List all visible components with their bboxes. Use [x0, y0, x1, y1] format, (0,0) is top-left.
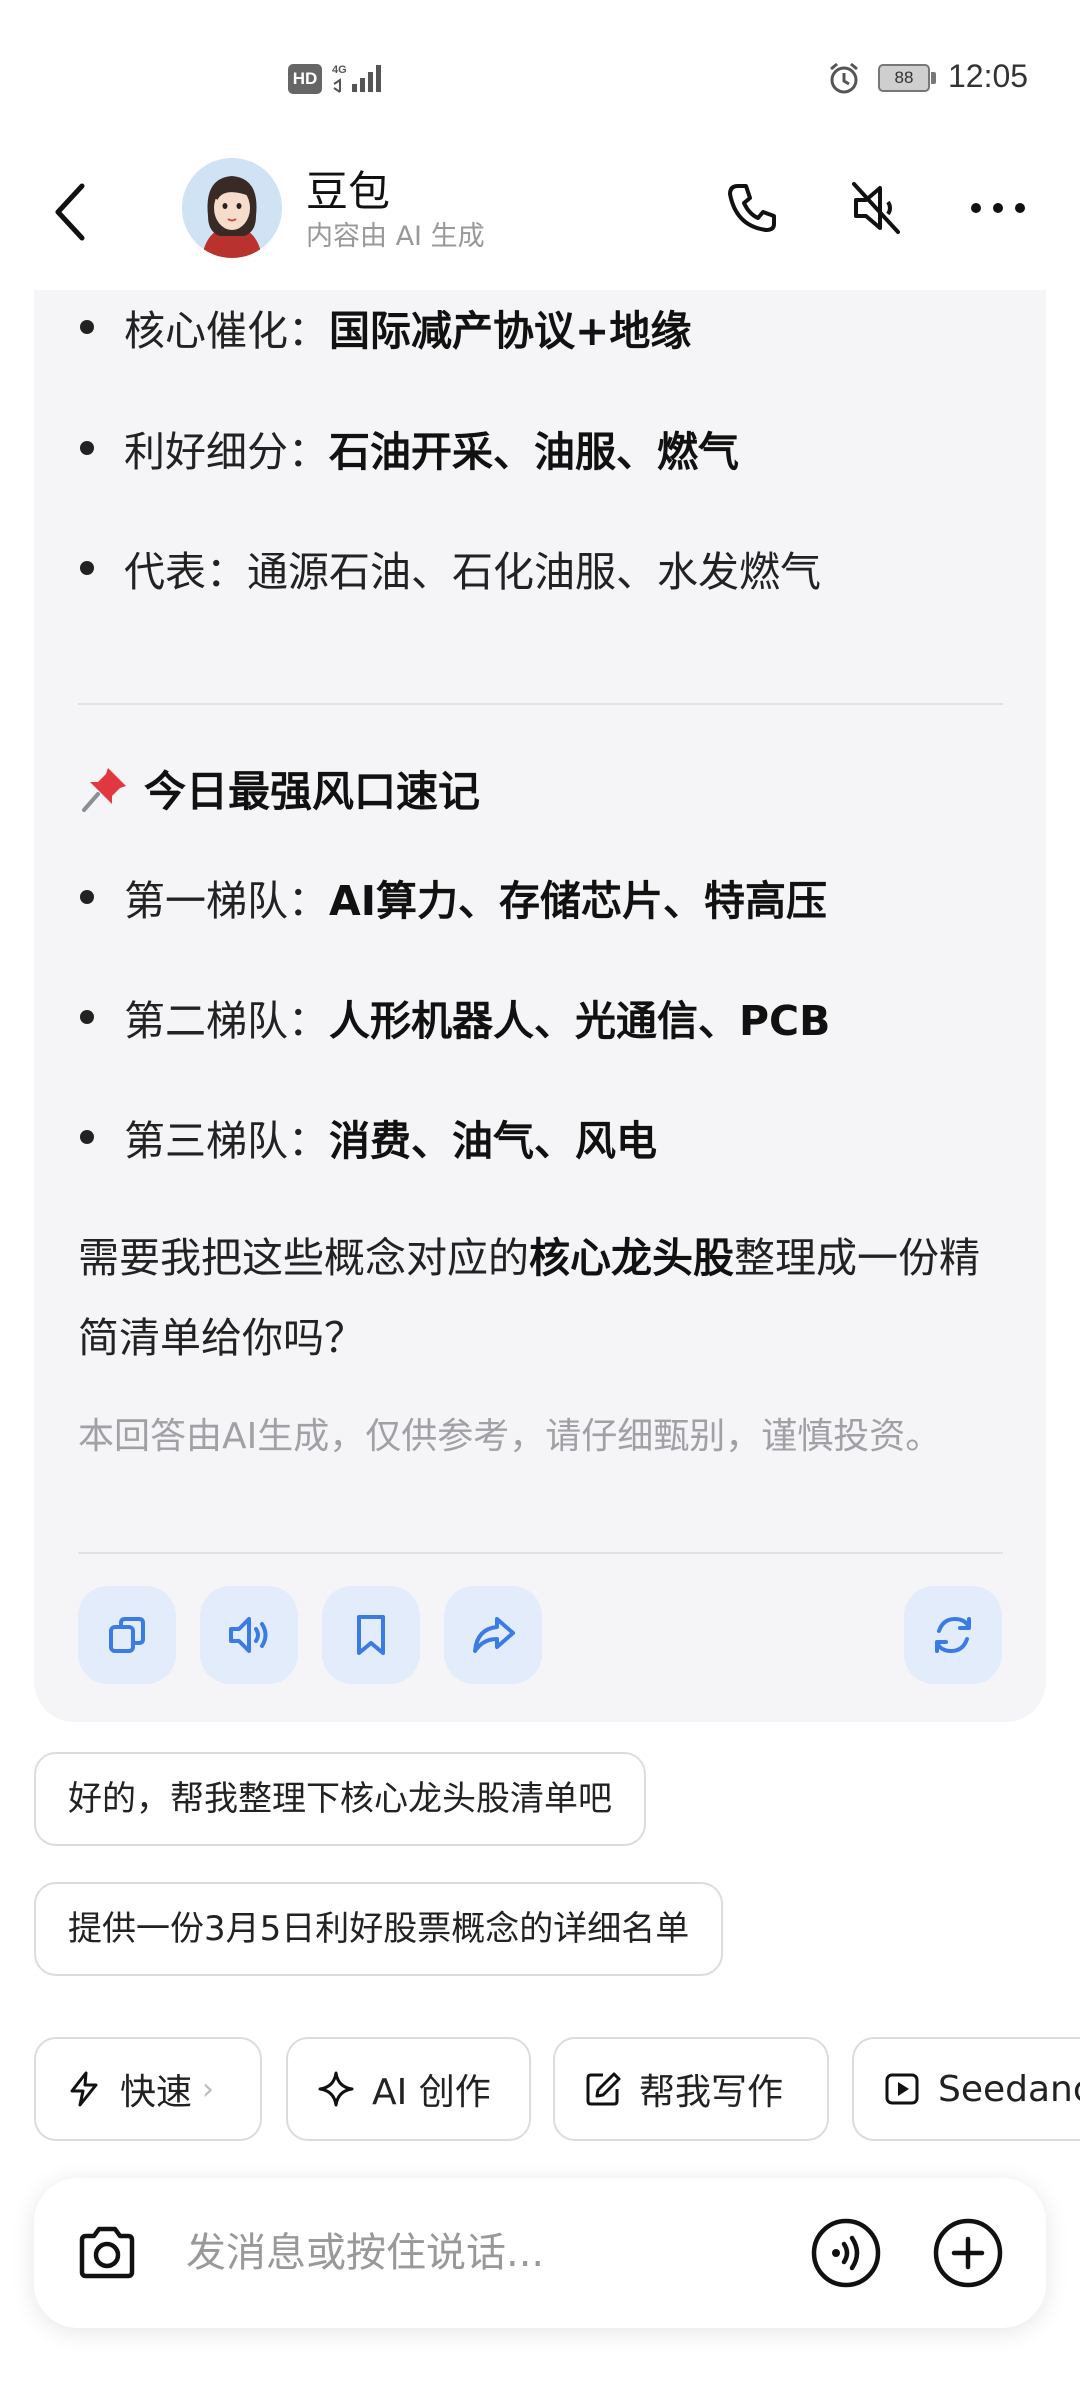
tier-value: 消费、油气、风电 — [329, 1117, 657, 1165]
bot-subtitle: 内容由 AI 生成 — [306, 221, 485, 252]
bullet-dot — [80, 441, 94, 455]
status-bar: HD 4G 88 12:05 — [0, 0, 1080, 150]
bullet-label: 利好细分： — [124, 428, 329, 476]
suggestion-chip[interactable]: 好的，帮我整理下核心龙头股清单吧 — [34, 1752, 646, 1846]
back-arrow-icon[interactable] — [42, 172, 102, 252]
section-title: 今日最强风口速记 — [78, 758, 480, 819]
network-type: 4G — [332, 64, 347, 76]
plus-icon[interactable] — [932, 2217, 1004, 2289]
ai-disclaimer: 本回答由AI生成，仅供参考，请仔细甄别，谨慎投资。 — [78, 1416, 942, 1457]
copy-button[interactable] — [78, 1586, 176, 1684]
bookmark-icon — [357, 1615, 385, 1655]
message-input-bar: 发消息或按住说话... — [34, 2178, 1046, 2328]
list-item: 核心催化： 国际减产协议+地缘 — [80, 292, 691, 362]
list-item: 第二梯队： 人形机器人、光通信、PCB — [80, 982, 830, 1052]
chip-label: 快速 — [120, 2072, 193, 2113]
speaker-icon — [229, 1617, 268, 1653]
bot-name: 豆包 — [306, 167, 391, 216]
chip-label: 帮我写作 — [639, 2072, 784, 2113]
battery-level: 88 — [894, 68, 914, 87]
tier-value: AI算力、存储芯片、特高压 — [329, 877, 827, 925]
tier-label: 第三梯队： — [124, 1117, 329, 1165]
assistant-message-card: 核心催化： 国际减产协议+地缘 利好细分： 石油开采、油服、燃气 代表：通源石油… — [34, 290, 1046, 1722]
chip-writing[interactable]: 帮我写作 — [553, 2037, 829, 2141]
bullet-value: 国际减产协议+地缘 — [329, 307, 692, 355]
clock: 12:05 — [948, 58, 1029, 94]
refresh-icon — [935, 1616, 971, 1654]
tier-value: 人形机器人、光通信、PCB — [329, 997, 831, 1045]
camera-icon[interactable] — [74, 2220, 140, 2286]
list-item: 第三梯队： 消费、油气、风电 — [80, 1102, 657, 1172]
suggestion-chip[interactable]: 提供一份3月5日利好股票概念的详细名单 — [34, 1882, 724, 1976]
bullet-label: 代表：通源石油、石化油服、水发燃气 — [124, 548, 821, 596]
regenerate-button[interactable] — [904, 1586, 1002, 1684]
battery-indicator: 88 — [878, 64, 938, 92]
alarm-icon — [830, 62, 858, 94]
edit-icon — [586, 2072, 621, 2106]
divider — [78, 1552, 1003, 1554]
chip-label: Seedance — [938, 2068, 1080, 2110]
avatar-image — [182, 158, 282, 258]
divider — [78, 703, 1003, 705]
question-emphasis: 核心龙头股 — [529, 1234, 734, 1282]
message-input[interactable]: 发消息或按住说话... — [186, 2178, 544, 2328]
phone-icon[interactable] — [716, 172, 788, 244]
tier-label: 第二梯队： — [124, 997, 329, 1045]
question-prefix: 需要我把这些概念对应的 — [78, 1234, 529, 1282]
chat-header: 豆包 内容由 AI 生成 — [0, 150, 1080, 285]
lightning-icon — [70, 2071, 98, 2107]
voice-call-icon[interactable] — [810, 2217, 882, 2289]
speaker-mute-icon[interactable] — [840, 172, 912, 244]
bullet-dot — [80, 890, 94, 904]
bullet-dot — [80, 320, 94, 334]
sparkle-icon — [318, 2071, 354, 2107]
bullet-dot — [80, 1130, 94, 1144]
share-icon — [473, 1617, 515, 1653]
section-title-text: 今日最强风口速记 — [144, 767, 481, 816]
bullet-dot — [80, 561, 94, 575]
bullet-value: 石油开采、油服、燃气 — [329, 428, 739, 476]
chevron-right-icon: › — [202, 2071, 215, 2107]
read-aloud-button[interactable] — [200, 1586, 298, 1684]
more-options-icon[interactable] — [962, 172, 1034, 244]
follow-up-question: 需要我把这些概念对应的核心龙头股整理成一份精简清单给你吗？ — [78, 1218, 1008, 1378]
chip-ai-create[interactable]: AI 创作 — [286, 2037, 531, 2141]
bullet-dot — [80, 1010, 94, 1024]
pushpin-icon — [82, 767, 126, 812]
share-button[interactable] — [444, 1586, 542, 1684]
list-item: 代表：通源石油、石化油服、水发燃气 — [80, 533, 821, 603]
play-icon — [885, 2073, 919, 2105]
copy-icon — [109, 1617, 145, 1653]
bookmark-button[interactable] — [322, 1586, 420, 1684]
hd-badge: HD — [288, 64, 322, 94]
tier-label: 第一梯队： — [124, 877, 329, 925]
list-item: 利好细分： 石油开采、油服、燃气 — [80, 413, 739, 483]
list-item: 第一梯队： AI算力、存储芯片、特高压 — [80, 862, 827, 932]
chip-fast-mode[interactable]: 快速 › — [34, 2037, 262, 2141]
avatar[interactable] — [182, 158, 282, 258]
signal-icon: 4G — [332, 64, 381, 93]
chip-label: AI 创作 — [372, 2072, 491, 2113]
chip-seedance[interactable]: Seedance — [852, 2037, 1080, 2141]
bullet-label: 核心催化： — [124, 307, 329, 355]
